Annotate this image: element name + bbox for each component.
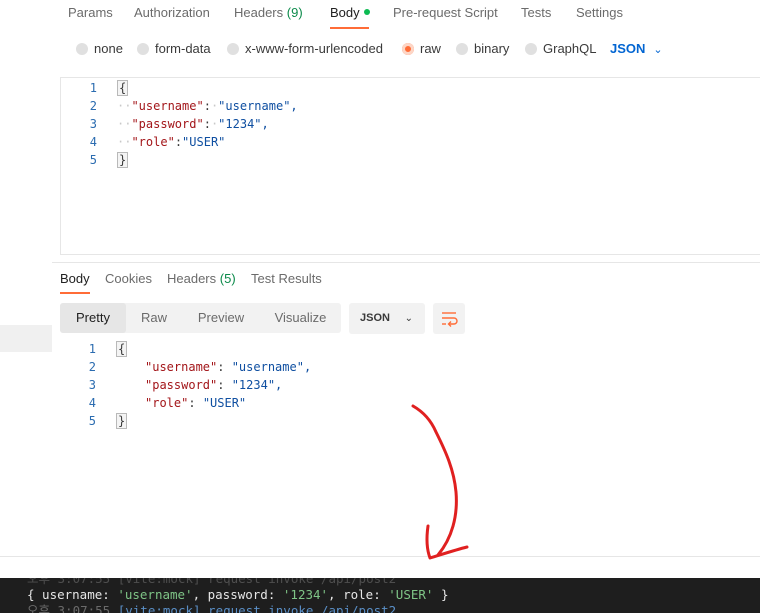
close-brace: }: [117, 152, 129, 168]
terminal-line: 오후 3:07:55 [vite:mock] request invoke /a…: [27, 578, 397, 586]
radio-label: none: [94, 41, 123, 56]
radio-label: binary: [474, 41, 510, 56]
view-pretty[interactable]: Pretty: [60, 303, 126, 333]
wrap-lines-button[interactable]: [433, 303, 465, 334]
tab-body[interactable]: Body: [330, 5, 370, 20]
json-value: "username",: [218, 99, 298, 113]
tab-settings[interactable]: Settings: [576, 5, 623, 20]
json-key: "username": [131, 99, 204, 113]
code-line: 5}: [61, 151, 129, 169]
response-tab-test-results[interactable]: Test Results: [251, 271, 322, 286]
line-number: 2: [88, 360, 96, 374]
tab-body-label: Body: [330, 5, 360, 20]
response-format-label: JSON: [360, 312, 390, 324]
line-number: 5: [89, 153, 97, 167]
tab-headers-count: (9): [286, 5, 303, 20]
radio-circle-icon: [137, 43, 149, 55]
json-key: "role": [131, 135, 175, 149]
code-line: 4 "role": "USER": [52, 394, 246, 412]
code-line: 5}: [52, 412, 128, 430]
radio-circle-icon: [456, 43, 468, 55]
radio-label: GraphQL: [543, 41, 597, 56]
response-format-select[interactable]: JSON ⌄: [349, 303, 425, 334]
close-brace: }: [116, 413, 128, 429]
tab-params[interactable]: Params: [68, 5, 113, 20]
line-number: 1: [89, 81, 97, 95]
tab-headers-label: Headers: [234, 5, 284, 20]
json-value: "1234",: [231, 378, 283, 392]
code-line: 3 "password": "1234",: [52, 376, 283, 394]
json-value: "1234",: [218, 117, 269, 131]
line-number: 5: [88, 414, 96, 428]
json-value: "USER": [202, 396, 247, 410]
json-key: "password": [145, 378, 218, 392]
terminal-output[interactable]: 오후 3:07:55 [vite:mock] request invoke /a…: [0, 578, 760, 613]
chevron-down-icon: ⌄: [653, 44, 663, 56]
body-format-label: JSON: [610, 41, 646, 56]
code-line: 4 ··"role":"USER": [61, 133, 226, 151]
body-type-options: none form-data x-www-form-urlencoded raw…: [52, 36, 760, 62]
line-number: 4: [88, 396, 96, 410]
response-tab-headers-count: (5): [219, 271, 236, 286]
radio-graphql[interactable]: GraphQL: [525, 41, 596, 56]
json-key: "role": [145, 396, 189, 410]
wrap-lines-icon: [442, 312, 458, 327]
sidebar-selected-row[interactable]: [0, 325, 52, 352]
json-value: "username",: [231, 360, 312, 374]
radio-none[interactable]: none: [76, 41, 123, 56]
radio-label: form-data: [155, 41, 211, 56]
panel-divider[interactable]: [52, 262, 760, 263]
code-line: 3 ··"password":·"1234",: [61, 115, 269, 133]
chevron-down-icon: ⌄: [404, 313, 413, 324]
line-number: 1: [88, 342, 96, 356]
tab-headers[interactable]: Headers (9): [234, 5, 303, 20]
code-line: 2 ··"username":·"username",: [61, 97, 298, 115]
response-tab-cookies[interactable]: Cookies: [105, 271, 152, 286]
radio-circle-icon: [227, 43, 239, 55]
response-tab-headers-label: Headers: [167, 271, 217, 286]
response-tab-headers[interactable]: Headers (5): [167, 271, 236, 286]
json-key: "password": [131, 117, 204, 131]
response-view-modes: Pretty Raw Preview Visualize: [60, 303, 341, 333]
tab-authorization[interactable]: Authorization: [134, 5, 210, 20]
json-key: "username": [145, 360, 218, 374]
view-preview[interactable]: Preview: [182, 303, 260, 333]
line-number: 3: [89, 117, 97, 131]
line-number: 3: [88, 378, 96, 392]
open-brace: {: [117, 80, 129, 96]
json-value: "USER": [182, 135, 226, 149]
radio-raw[interactable]: raw: [402, 41, 441, 56]
open-brace: {: [116, 341, 128, 357]
radio-label: x-www-form-urlencoded: [245, 41, 383, 56]
response-active-tab-indicator: [60, 292, 90, 294]
body-status-dot: [363, 9, 370, 15]
tab-pre-request-script[interactable]: Pre-request Script: [393, 5, 498, 20]
line-number: 2: [89, 99, 97, 113]
request-tabs: Params Authorization Headers (9) Body Pr…: [52, 0, 760, 30]
radio-checked-icon: [402, 43, 414, 55]
tab-tests[interactable]: Tests: [521, 5, 551, 20]
radio-label: raw: [420, 41, 441, 56]
view-visualize[interactable]: Visualize: [260, 303, 341, 333]
terminal-header: [0, 556, 760, 578]
radio-circle-icon: [76, 43, 88, 55]
radio-circle-icon: [525, 43, 537, 55]
sidebar-strip: [0, 0, 52, 556]
request-body-editor[interactable]: 1{ 2 ··"username":·"username", 3 ··"passwo…: [60, 77, 760, 255]
radio-x-www-form-urlencoded[interactable]: x-www-form-urlencoded: [227, 41, 383, 56]
terminal-line: 오후 3:07:55 [vite:mock] request invoke /a…: [27, 603, 397, 613]
code-line: 1{: [61, 79, 129, 97]
radio-binary[interactable]: binary: [456, 41, 509, 56]
code-line: 1{: [52, 340, 128, 358]
terminal-line: { username: 'username', password: '1234'…: [27, 587, 449, 602]
view-raw[interactable]: Raw: [126, 303, 182, 333]
radio-form-data[interactable]: form-data: [137, 41, 211, 56]
body-format-select[interactable]: JSON ⌄: [610, 41, 663, 56]
code-line: 2 "username": "username",: [52, 358, 311, 376]
active-tab-indicator: [330, 27, 369, 29]
response-tab-body[interactable]: Body: [60, 271, 90, 286]
response-body-viewer[interactable]: 1{ 2 "username": "username", 3 "password":…: [52, 340, 760, 540]
line-number: 4: [89, 135, 97, 149]
